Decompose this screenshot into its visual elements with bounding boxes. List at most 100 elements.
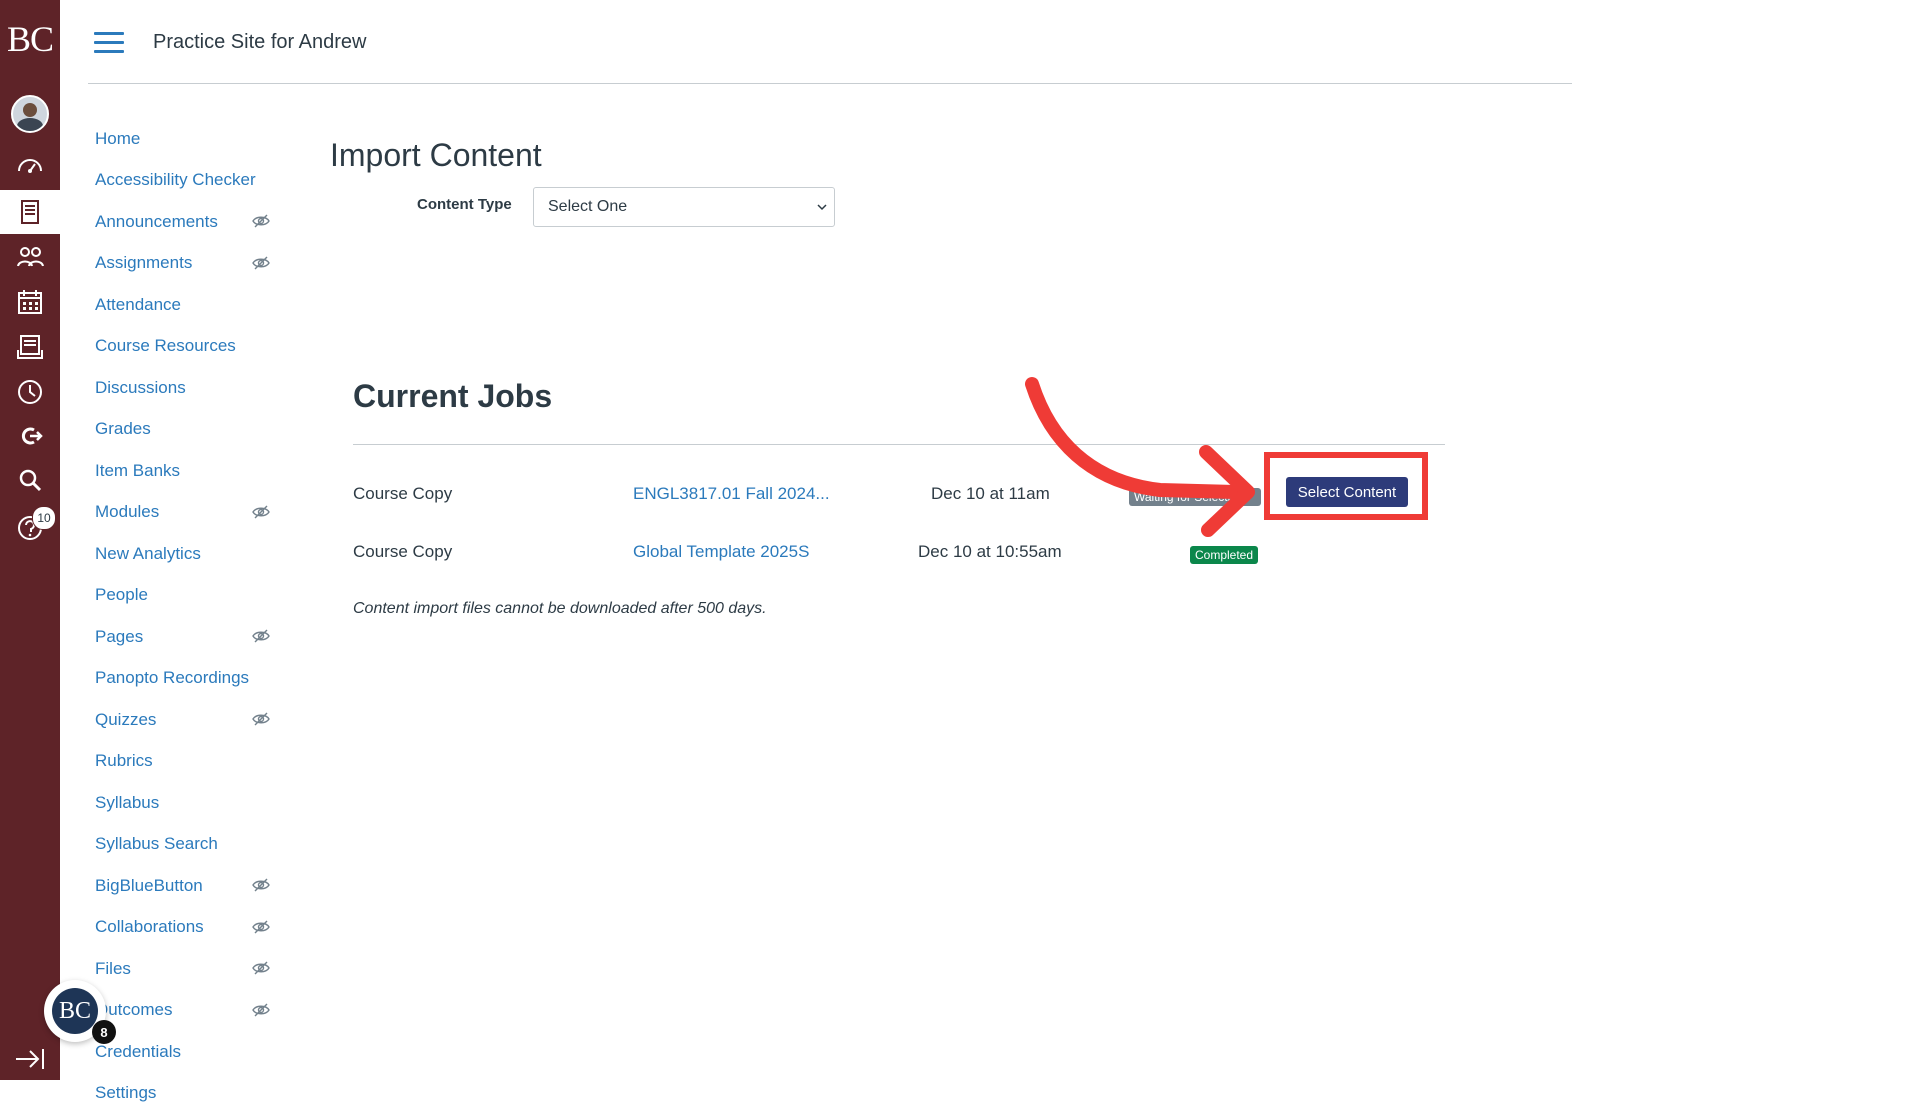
course-nav-item[interactable]: Settings — [95, 1073, 285, 1114]
course-title[interactable]: Practice Site for Andrew — [153, 31, 366, 54]
course-nav-link[interactable]: Announcements — [95, 212, 218, 232]
history-nav-item[interactable] — [0, 370, 60, 414]
course-nav-link[interactable]: Pages — [95, 627, 143, 647]
account-avatar-icon — [11, 95, 49, 133]
floating-assistant-button[interactable]: BC 8 — [44, 980, 106, 1042]
chevron-down-icon — [816, 202, 828, 212]
help-count-badge: 10 — [32, 506, 56, 530]
course-nav-item[interactable]: Syllabus Search — [95, 824, 285, 866]
course-nav-item[interactable]: Rubrics — [95, 741, 285, 783]
course-nav-link[interactable]: Discussions — [95, 378, 186, 398]
course-nav-link[interactable]: People — [95, 585, 148, 605]
calendar-nav-item[interactable] — [0, 280, 60, 324]
course-nav-link[interactable]: Panopto Recordings — [95, 668, 249, 688]
course-nav-item[interactable]: People — [95, 575, 285, 617]
course-nav-link[interactable]: Rubrics — [95, 751, 153, 771]
course-nav-item[interactable]: Course Resources — [95, 326, 285, 368]
current-jobs-heading: Current Jobs — [353, 378, 552, 415]
course-nav-item[interactable]: Panopto Recordings — [95, 658, 285, 700]
hidden-eye-icon — [252, 711, 270, 727]
assistant-logo: BC — [52, 988, 98, 1034]
job-type: Course Copy — [353, 484, 452, 504]
hamburger-menu-icon[interactable] — [94, 32, 124, 56]
course-nav-item[interactable]: Item Banks — [95, 450, 285, 492]
course-nav-link[interactable]: Assignments — [95, 253, 192, 273]
courses-nav-item[interactable] — [0, 190, 60, 234]
course-nav-link[interactable]: Accessibility Checker — [95, 170, 256, 190]
inbox-nav-item[interactable] — [0, 325, 60, 369]
course-nav-item[interactable]: New Analytics — [95, 533, 285, 575]
annotation-arrow-icon — [1010, 370, 1280, 550]
institution-logo[interactable]: BC — [0, 18, 60, 60]
job-source-link[interactable]: Global Template 2025S — [633, 542, 809, 562]
course-nav-item[interactable]: Pages — [95, 616, 285, 658]
hidden-eye-icon — [252, 255, 270, 271]
course-nav-item[interactable]: Outcomes — [95, 990, 285, 1032]
course-nav-link[interactable]: Home — [95, 129, 140, 149]
course-nav-link[interactable]: Course Resources — [95, 336, 236, 356]
course-nav-item[interactable]: Announcements — [95, 201, 285, 243]
course-nav-item[interactable]: Modules — [95, 492, 285, 534]
search-nav-item[interactable] — [0, 458, 60, 502]
help-nav-item[interactable]: 10 — [0, 506, 60, 550]
course-nav-link[interactable]: Files — [95, 959, 131, 979]
course-nav-link[interactable]: Syllabus — [95, 793, 159, 813]
global-nav: BC 10 — [0, 0, 60, 1080]
assistant-notification-badge: 8 — [92, 1020, 116, 1044]
course-nav-item[interactable]: Grades — [95, 409, 285, 451]
content-type-select[interactable]: Select One — [533, 187, 835, 227]
course-nav-item[interactable]: Credentials — [95, 1031, 285, 1073]
jobs-divider — [353, 444, 1445, 445]
course-nav-item[interactable]: Quizzes — [95, 699, 285, 741]
dashboard-icon — [15, 149, 45, 179]
course-nav-item[interactable]: Collaborations — [95, 907, 285, 949]
commons-icon — [15, 421, 45, 451]
hidden-eye-icon — [252, 1002, 270, 1018]
collapse-nav-icon[interactable] — [14, 1046, 46, 1072]
commons-nav-item[interactable] — [0, 414, 60, 458]
hidden-eye-icon — [252, 960, 270, 976]
course-nav-item[interactable]: Assignments — [95, 243, 285, 285]
job-source-link[interactable]: ENGL3817.01 Fall 2024... — [633, 484, 830, 504]
course-nav-item[interactable]: Files — [95, 948, 285, 990]
course-nav-link[interactable]: New Analytics — [95, 544, 201, 564]
search-icon — [15, 465, 45, 495]
hidden-eye-icon — [252, 877, 270, 893]
groups-icon — [15, 242, 45, 272]
calendar-icon — [15, 287, 45, 317]
import-retention-note: Content import files cannot be downloade… — [353, 600, 767, 618]
job-type: Course Copy — [353, 542, 452, 562]
course-nav-link[interactable]: Outcomes — [95, 1000, 172, 1020]
course-nav-link[interactable]: Modules — [95, 502, 159, 522]
course-nav-link[interactable]: Attendance — [95, 295, 181, 315]
courses-icon — [15, 197, 45, 227]
inbox-icon — [15, 332, 45, 362]
course-nav-item[interactable]: Accessibility Checker — [95, 160, 285, 202]
content-type-label: Content Type — [417, 196, 512, 213]
course-nav-link[interactable]: Settings — [95, 1083, 156, 1103]
course-nav-link[interactable]: Quizzes — [95, 710, 156, 730]
course-nav-link[interactable]: Collaborations — [95, 917, 204, 937]
course-nav-link[interactable]: BigBlueButton — [95, 876, 203, 896]
course-nav: Home Accessibility Checker Announcements As… — [95, 118, 285, 1114]
dashboard-nav-item[interactable] — [0, 142, 60, 186]
course-nav-item[interactable]: Syllabus — [95, 782, 285, 824]
course-nav-link[interactable]: Credentials — [95, 1042, 181, 1062]
course-nav-link[interactable]: Grades — [95, 419, 151, 439]
account-nav-item[interactable] — [0, 92, 60, 136]
hidden-eye-icon — [252, 504, 270, 520]
hidden-eye-icon — [252, 213, 270, 229]
history-icon — [15, 377, 45, 407]
job-row: Course Copy Global Template 2025S Dec 10… — [353, 532, 1445, 572]
course-nav-item[interactable]: Home — [95, 118, 285, 160]
course-nav-link[interactable]: Item Banks — [95, 461, 180, 481]
course-nav-item[interactable]: BigBlueButton — [95, 865, 285, 907]
course-nav-item[interactable]: Discussions — [95, 367, 285, 409]
course-nav-item[interactable]: Attendance — [95, 284, 285, 326]
groups-nav-item[interactable] — [0, 235, 60, 279]
course-header: Practice Site for Andrew — [60, 0, 1572, 84]
course-nav-link[interactable]: Syllabus Search — [95, 834, 218, 854]
header-divider — [88, 83, 1572, 84]
page-title: Import Content — [330, 137, 542, 174]
hidden-eye-icon — [252, 628, 270, 644]
